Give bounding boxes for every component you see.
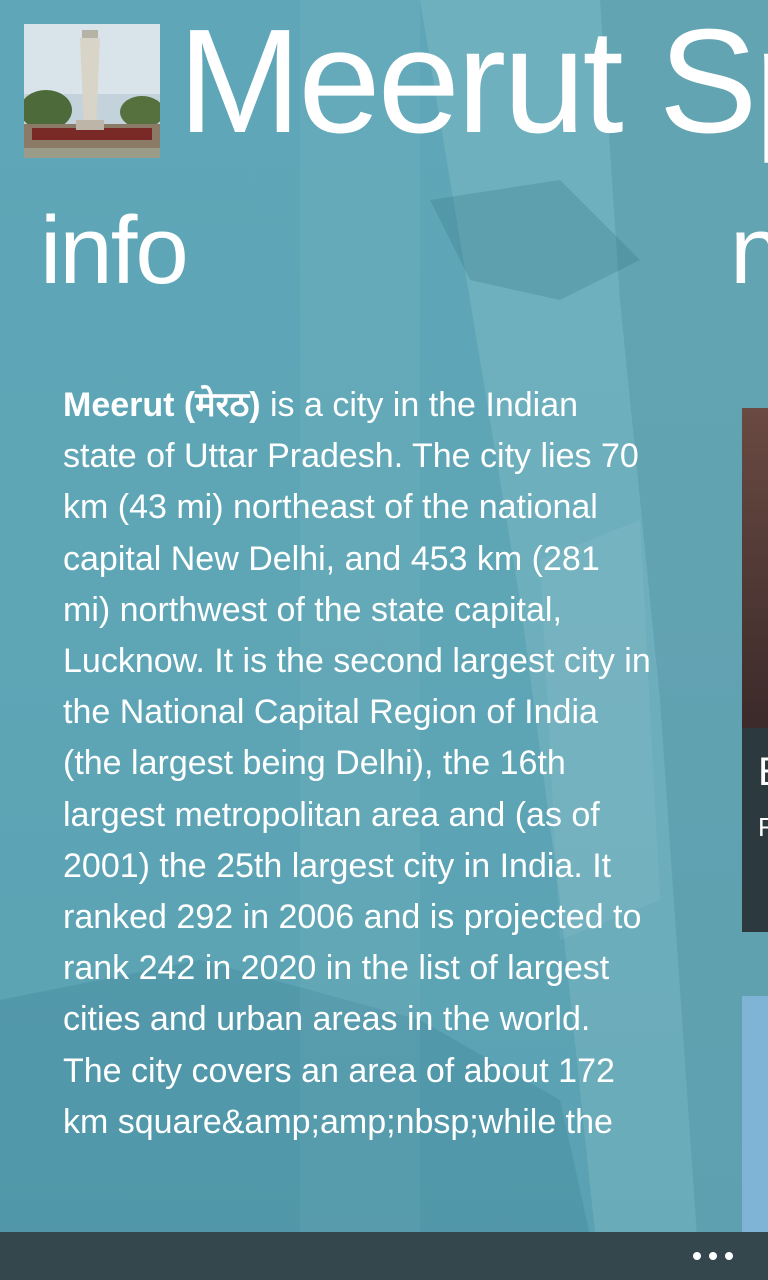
- monument-icon: [24, 24, 160, 158]
- app-title: Meerut Sp: [178, 0, 768, 164]
- application-bar: [0, 1232, 768, 1280]
- ellipsis-icon: [689, 1252, 737, 1260]
- app-logo-image: [24, 24, 160, 158]
- card-title: E: [758, 750, 768, 795]
- pivot-header-info[interactable]: info: [40, 196, 189, 306]
- card-image: [742, 408, 768, 728]
- article-lead: Meerut (मेरठ): [63, 386, 261, 424]
- next-pivot-card[interactable]: E F: [742, 408, 768, 932]
- article-body: is a city in the Indian state of Uttar P…: [63, 386, 651, 1141]
- card-subtitle: F: [758, 812, 768, 842]
- app-screen: Meerut Sp info n Meerut (मेरठ) is a city…: [0, 0, 768, 1280]
- more-options-button[interactable]: [688, 1232, 738, 1280]
- pivot-header-next[interactable]: n: [730, 196, 768, 306]
- article-text: Meerut (मेरठ) is a city in the Indian st…: [63, 380, 653, 1148]
- next-pivot-card-2[interactable]: [742, 996, 768, 1236]
